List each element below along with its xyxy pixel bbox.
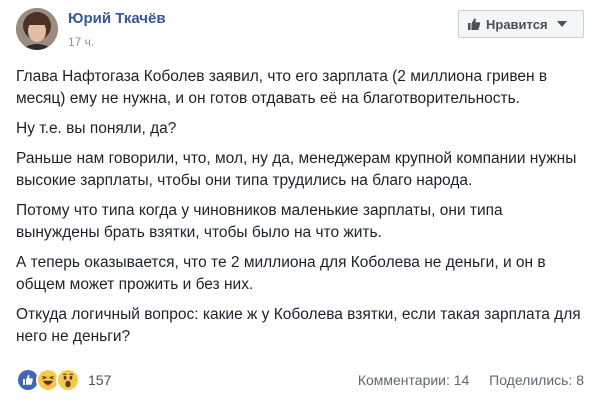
- post-paragraph-6: Откуда логичный вопрос: какие ж у Коболе…: [16, 306, 581, 345]
- post-stats: Комментарии: 14 Поделились: 8: [358, 372, 584, 388]
- post-paragraph-4: Потому что типа когда у чиновников мален…: [16, 202, 503, 241]
- post-header: Юрий Ткачёв 17 ч. Нравится: [16, 8, 584, 62]
- reaction-count: 157: [88, 372, 112, 388]
- facebook-post: Юрий Ткачёв 17 ч. Нравится Глава Нафтога…: [0, 0, 600, 406]
- post-paragraph-3: Раньше нам говорили, что, мол, ну да, ме…: [16, 150, 577, 189]
- post-timestamp[interactable]: 17 ч.: [68, 35, 94, 49]
- chevron-down-icon: [556, 21, 567, 27]
- thumbs-up-icon: [467, 17, 481, 31]
- post-text: Глава Нафтогаза Коболев заявил, что его …: [16, 66, 588, 356]
- wow-icon: [56, 368, 80, 392]
- author-name-link[interactable]: Юрий Ткачёв: [68, 10, 166, 27]
- comments-count-link[interactable]: Комментарии: 14: [358, 372, 470, 388]
- author-avatar[interactable]: [16, 8, 58, 50]
- post-paragraph-5: А теперь оказывается, что те 2 миллиона …: [16, 254, 546, 293]
- shares-count-link[interactable]: Поделились: 8: [489, 372, 584, 388]
- avatar-image: [16, 8, 58, 50]
- post-paragraph-1: Глава Нафтогаза Коболев заявил, что его …: [16, 68, 548, 107]
- post-paragraph-2: Ну т.е. вы поняли, да?: [16, 120, 177, 137]
- reactions-summary[interactable]: 157: [16, 368, 111, 392]
- like-page-button[interactable]: Нравится: [458, 10, 584, 38]
- post-footer: 157 Комментарии: 14 Поделились: 8: [16, 366, 584, 394]
- like-button-label: Нравится: [486, 16, 548, 32]
